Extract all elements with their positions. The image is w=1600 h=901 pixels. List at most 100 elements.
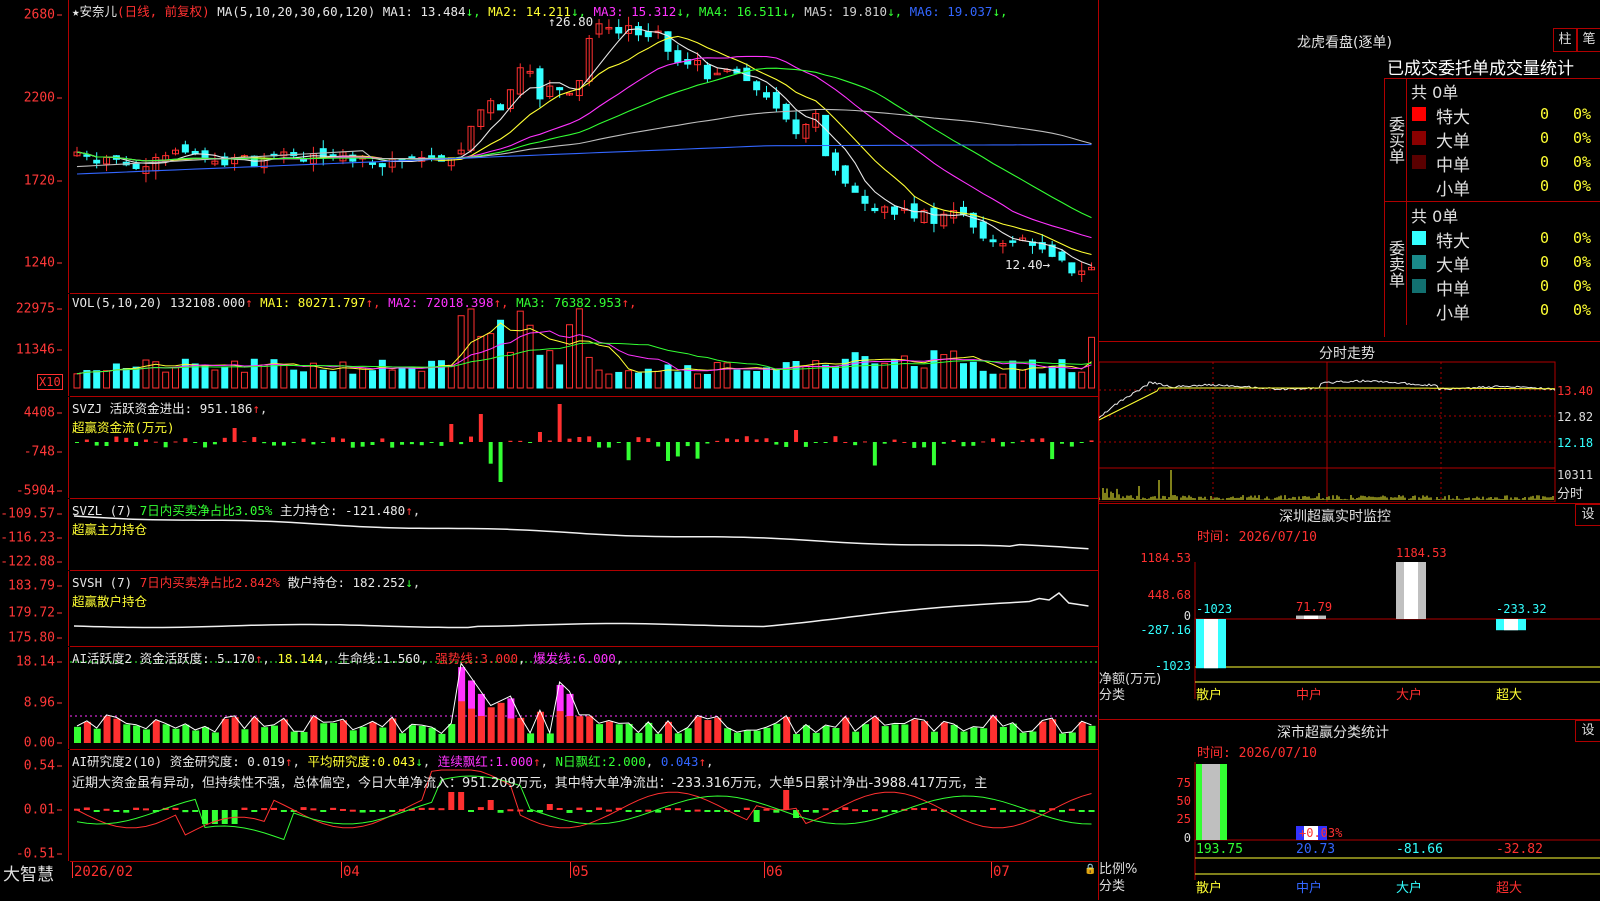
date-tick xyxy=(991,862,992,878)
strong-label: 强势线: xyxy=(435,651,481,666)
svsh-panel[interactable]: SVSH (7) 7日内买卖净占比2.842% 散户持仓: 182.252↓, … xyxy=(70,571,1098,647)
volume-bar xyxy=(536,354,544,389)
activity-bar xyxy=(852,731,860,743)
ma-line-60 xyxy=(76,108,1092,168)
buy-color-swatch xyxy=(1412,107,1426,121)
volume-bar xyxy=(772,368,780,389)
research-bar xyxy=(743,807,750,810)
intraday-panel[interactable]: 分时走势 13.40 12.82 12.18 10311 分时 xyxy=(1099,341,1600,502)
classify-y-label: 50 xyxy=(1176,794,1191,808)
research-bar xyxy=(172,807,179,810)
volume-bar xyxy=(999,373,1007,389)
bottom-axis: 大智慧 2026/02 04 05 06 07 🔒 xyxy=(0,862,1098,900)
flow-bar xyxy=(449,424,454,442)
classify-bar-highlight xyxy=(1202,764,1220,840)
ai-active-panel[interactable]: AI活跃度2 资金活跃度: 5.170↑, 18.144, 生命线:1.560,… xyxy=(70,647,1098,750)
activity-bar xyxy=(497,702,505,743)
volume-bar xyxy=(743,370,751,389)
research-bar xyxy=(546,804,553,810)
price-panel[interactable]: ★安奈儿(日线, 前复权) MA(5,10,20,30,60,120) MA1:… xyxy=(70,0,1098,294)
research-bar xyxy=(487,800,494,810)
ai-active-title: AI活跃度2 xyxy=(72,651,133,666)
research-bar xyxy=(871,809,878,812)
monitor-value-label: 1184.53 xyxy=(1396,546,1447,560)
monitor-value-label: -1023 xyxy=(1196,602,1233,616)
svzl-panel[interactable]: SVZL (7) 7日内买卖净占比3.05% 主力持仓: -121.480↑, … xyxy=(70,499,1098,571)
buy-row-pct: 0% xyxy=(1573,177,1592,195)
monitor-category: 大户 xyxy=(1396,688,1423,703)
activity-bar xyxy=(280,719,288,743)
ma-title: MA(5,10,20,30,60,120) xyxy=(217,4,376,19)
research-bar xyxy=(714,810,721,812)
candlestick-chart[interactable] xyxy=(70,0,1098,293)
buy-row-pct: 0% xyxy=(1573,153,1592,171)
activity-bar xyxy=(733,732,741,743)
research-bar xyxy=(635,810,642,812)
volume-bar xyxy=(260,364,268,389)
volume-bar xyxy=(378,359,386,389)
ma-legend-item: MA3: 76382.953↑, xyxy=(508,295,637,310)
buy-row-count: 0 xyxy=(1540,153,1550,171)
classify-y-label: 0 xyxy=(1183,831,1191,845)
ai-active-legend: AI活跃度2 资金活跃度: 5.170↑, 18.144, 生命线:1.560,… xyxy=(72,651,624,666)
sell-row-count: 0 xyxy=(1540,277,1550,295)
activity-bar xyxy=(241,729,249,743)
research-bar xyxy=(182,810,189,813)
ai-research-panel[interactable]: AI研究度2(10) 资金研究度: 0.019↑, 平均研究度:0.043↓, … xyxy=(70,750,1098,862)
sell-row-count: 0 xyxy=(1540,301,1550,319)
svzj-panel[interactable]: SVZJ 活跃资金进出: 951.186↑, 超赢资金流(万元) xyxy=(70,397,1098,499)
activity-bar xyxy=(812,732,820,743)
research-bar xyxy=(310,808,317,811)
volume-bar xyxy=(329,371,337,389)
flow-bar xyxy=(104,442,109,447)
candle-body xyxy=(132,163,140,169)
flow-bar xyxy=(459,442,464,445)
activity-bar xyxy=(576,716,584,743)
activity-bar-base xyxy=(507,718,515,743)
flow-bar xyxy=(902,441,907,443)
activity-bar xyxy=(310,716,318,743)
life-value: 1.560 xyxy=(382,651,421,666)
volume-bar xyxy=(1048,365,1056,389)
research-bar xyxy=(113,810,120,812)
flow-bar xyxy=(134,442,139,447)
research-bar xyxy=(586,810,593,813)
classify-value: 193.75 xyxy=(1196,842,1243,857)
volume-bar xyxy=(93,370,101,389)
volume-bar xyxy=(172,367,179,389)
svzj-axis: 4408 -748 -5904 xyxy=(0,397,69,499)
research-bar xyxy=(576,807,583,810)
classify-panel: 深市超赢分类统计 设 时间: 2026/07/10 75 50 25 0 +0.03%… xyxy=(1099,719,1600,901)
research-bar xyxy=(930,808,937,811)
svsh-ratio: 7日内买卖净占比2.842% xyxy=(139,575,280,590)
research-bar xyxy=(753,810,760,822)
volume-bar xyxy=(142,359,150,389)
classify-mid-label: +0.03% xyxy=(1299,826,1343,840)
aiact-y-label: 0.00 xyxy=(24,736,62,751)
flow-bar xyxy=(705,442,710,444)
candle-body xyxy=(497,104,505,111)
buy-row-pct: 0% xyxy=(1573,105,1592,123)
stock-mode: (日线, 前复权) xyxy=(117,4,210,19)
volume-panel[interactable]: VOL(5,10,20) 132108.000↑ MA1: 80271.797↑… xyxy=(70,294,1098,397)
activity-bar xyxy=(83,721,91,743)
svzl-axis: -109.57 -116.23 -122.88 xyxy=(0,499,69,570)
buy-row-label: 特大 xyxy=(1436,108,1470,128)
flow-bar xyxy=(518,440,523,442)
svsh-label: 散户持仓: xyxy=(287,575,345,590)
tick-mode-button[interactable]: 笔 xyxy=(1577,28,1600,52)
classify-category: 中户 xyxy=(1296,881,1323,896)
intraday-vol-label: 10311 xyxy=(1557,468,1594,482)
volume-legend: VOL(5,10,20) 132108.000↑ MA1: 80271.797↑… xyxy=(72,295,637,310)
date-label: 04 xyxy=(343,864,360,880)
svzj-value: 951.186 xyxy=(199,401,253,416)
volume-bar xyxy=(822,364,830,389)
candle-body xyxy=(1058,251,1066,261)
flow-bar xyxy=(951,439,956,442)
svsh-y-label: 179.72 xyxy=(8,606,62,621)
candle-body xyxy=(891,206,899,215)
activity-bar xyxy=(930,731,938,743)
intraday-chart[interactable] xyxy=(1099,342,1600,502)
bar-mode-button[interactable]: 柱 xyxy=(1553,28,1577,52)
research-bar xyxy=(221,810,228,824)
